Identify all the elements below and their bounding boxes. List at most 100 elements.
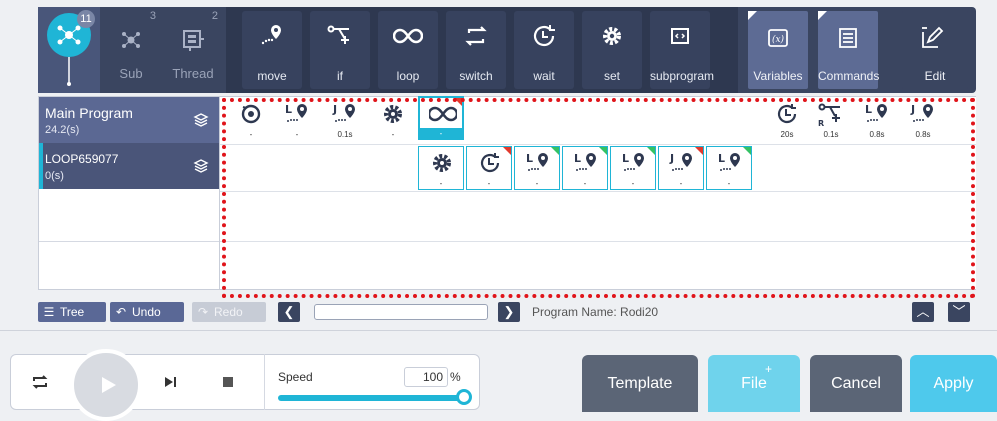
speed-input[interactable]: 100: [404, 367, 448, 387]
subprogram-label: subprogram: [650, 69, 715, 83]
commands-corner-mark: [818, 11, 827, 20]
variables-label: Variables: [753, 69, 803, 83]
loop-icon: [393, 28, 423, 44]
loop-time: 0(s): [45, 170, 64, 182]
wait-label: wait: [533, 69, 555, 83]
redo-label: Redo: [214, 305, 243, 319]
if-command-button[interactable]: if: [310, 11, 370, 89]
scroll-left-button[interactable]: ❮: [278, 302, 300, 322]
section-divider: [0, 330, 997, 331]
wait-command-button[interactable]: wait: [514, 11, 574, 89]
svg-text:(x): (x): [772, 34, 785, 45]
speed-slider[interactable]: [278, 395, 464, 401]
layers-icon[interactable]: [193, 112, 209, 128]
tab-main[interactable]: 11: [38, 7, 100, 93]
main-program-icon: 11: [47, 10, 95, 57]
chevron-left-icon: ❮: [283, 304, 295, 319]
sub-label: Sub: [119, 66, 143, 81]
wait-icon: [533, 25, 555, 47]
file-plus: +: [764, 362, 772, 376]
speed-unit: %: [450, 370, 461, 384]
file-button[interactable]: File +: [708, 355, 800, 412]
undo-button[interactable]: ↶ Undo: [110, 302, 184, 322]
tree-item-main-program[interactable]: Main Program 24.2(s): [39, 97, 219, 143]
if-label: if: [337, 69, 343, 83]
subprogram-icon: [671, 28, 689, 44]
chevron-right-icon: ❯: [503, 304, 515, 319]
variables-corner-mark: [748, 11, 757, 20]
undo-label: Undo: [132, 305, 161, 319]
program-tree: Main Program 24.2(s) LOOP659077 0(s): [38, 96, 220, 290]
switch-command-button[interactable]: switch: [446, 11, 506, 89]
template-button[interactable]: Template: [582, 355, 698, 412]
play-icon: [102, 377, 116, 393]
speed-label: Speed: [278, 370, 313, 384]
main-program-time: 24.2(s): [45, 124, 80, 136]
edit-button[interactable]: Edit: [902, 11, 968, 89]
switch-icon: [465, 26, 487, 46]
stop-icon[interactable]: [218, 372, 238, 392]
tree-label: Tree: [60, 305, 85, 319]
layers-icon[interactable]: [193, 158, 209, 174]
set-command-button[interactable]: set: [582, 11, 642, 89]
program-name: Program Name: Rodi20: [532, 305, 659, 319]
program-editor: 11 3 Sub 2 Thread move if loop switch wa…: [0, 0, 997, 421]
tab-sub[interactable]: 3 Sub: [100, 7, 162, 93]
thread-label: Thread: [172, 66, 214, 81]
variables-button[interactable]: (x) Variables: [748, 11, 808, 89]
commands-label: Commands: [818, 69, 880, 83]
list-icon: ☰: [43, 305, 55, 319]
move-icon: [261, 25, 281, 45]
scroll-up-button[interactable]: ︿: [912, 302, 934, 322]
tree-item-loop[interactable]: LOOP659077 0(s): [39, 143, 219, 189]
sub-count: 3: [149, 10, 156, 22]
main-count-badge: 11: [77, 10, 95, 28]
edit-icon: [922, 26, 944, 48]
subprogram-command-button[interactable]: subprogram: [650, 11, 715, 89]
chevron-down-icon: ﹀: [952, 304, 966, 319]
speed-slider-handle[interactable]: [456, 389, 472, 405]
edit-label: Edit: [924, 69, 946, 83]
move-label: move: [257, 69, 287, 83]
repeat-icon[interactable]: [30, 372, 50, 392]
if-icon: [327, 25, 349, 44]
step-forward-icon[interactable]: [160, 372, 180, 392]
redo-button[interactable]: ↷ Redo: [192, 302, 266, 322]
loop-label: loop: [396, 69, 420, 83]
play-button[interactable]: [70, 349, 142, 421]
move-command-button[interactable]: move: [242, 11, 302, 89]
redo-icon: ↷: [197, 305, 209, 319]
tree-divider: [39, 241, 219, 242]
loop-name: LOOP659077: [45, 152, 119, 166]
program-tabs: 11 3 Sub 2 Thread: [38, 7, 224, 93]
main-program-name: Main Program: [45, 105, 133, 121]
cancel-button[interactable]: Cancel: [810, 355, 902, 412]
apply-button[interactable]: Apply: [910, 355, 997, 412]
controls-divider: [264, 354, 265, 410]
top-toolbar: 11 3 Sub 2 Thread move if loop switch wa…: [38, 7, 976, 93]
commands-icon: [839, 28, 857, 48]
scroll-right-button[interactable]: ❯: [498, 302, 520, 322]
sub-program-icon: [122, 32, 140, 48]
template-label: Template: [607, 375, 673, 392]
switch-label: switch: [459, 69, 493, 83]
chevron-up-icon: ︿: [916, 304, 930, 319]
command-palette: move if loop switch wait set subprogram: [226, 7, 738, 93]
thread-count: 2: [211, 10, 218, 22]
file-label: File: [741, 375, 767, 392]
gear-icon: [603, 27, 621, 45]
tab-thread[interactable]: 2 Thread: [162, 7, 224, 93]
cancel-label: Cancel: [831, 375, 881, 392]
scroll-down-button[interactable]: ﹀: [948, 302, 970, 322]
commands-button[interactable]: Commands: [818, 11, 880, 89]
loop-command-button[interactable]: loop: [378, 11, 438, 89]
thread-icon: [183, 30, 204, 51]
undo-icon: ↶: [115, 305, 127, 319]
set-label: set: [603, 69, 620, 83]
timeline-scrollbar[interactable]: [314, 304, 488, 320]
tree-button[interactable]: ☰ Tree: [38, 302, 106, 322]
highlight-frame: [222, 98, 975, 298]
apply-label: Apply: [933, 375, 974, 392]
variables-icon: (x): [768, 29, 788, 47]
tab-connector: [67, 57, 71, 86]
